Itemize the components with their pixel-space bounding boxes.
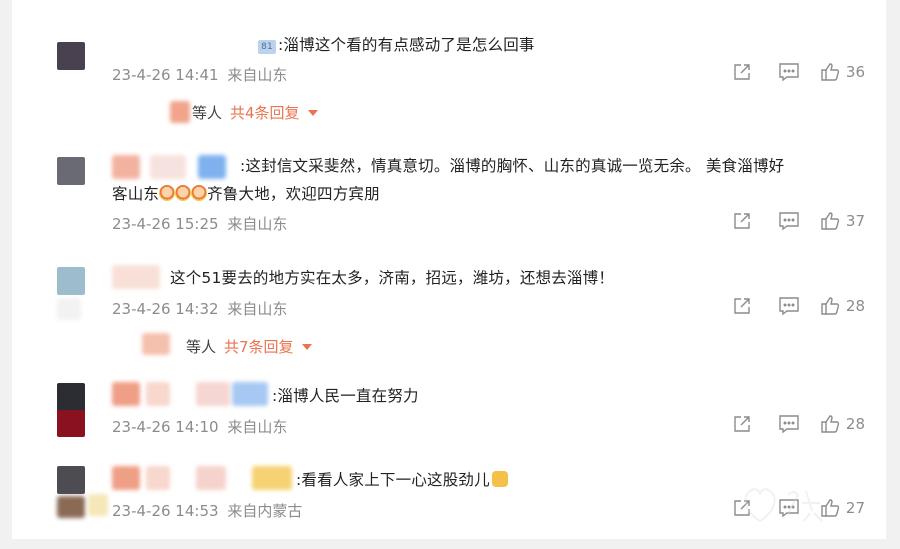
comment-time: 23-4-26 15:25 [112,215,219,233]
share-icon [734,416,750,432]
username-redacted [198,155,226,179]
comment-actions: 28 [732,414,865,434]
comment-actions: 37 [732,211,865,231]
flower-emoji-icon [191,185,208,201]
username-redacted [112,382,140,406]
replies-count: 共7条回复 [224,338,294,356]
comment-time: 23-4-26 14:10 [112,418,219,436]
username-redacted [196,382,230,406]
reply-user-avatar [142,333,170,355]
comment-meta: 23-4-26 14:41 来自山东 [112,64,287,85]
user-badge: 81 [258,40,276,54]
comment-text: :看看人家上下一心这股劲儿 [296,468,508,490]
comment-text: 这个51要去的地方实在太多，济南，招远，潍坊，还想去淄博！ [170,269,615,287]
replies-users: 等人 [192,104,223,122]
like-count: 36 [845,63,865,81]
comment-meta: 23-4-26 14:10 来自山东 [112,416,287,437]
comment-time: 23-4-26 14:53 [112,502,219,520]
thumbs-up-icon [821,212,840,230]
thumbs-up-icon [821,63,840,81]
right-margin [886,0,900,549]
thumbs-up-emoji-icon [491,471,508,487]
avatar[interactable] [57,42,85,70]
comment-button[interactable] [778,296,800,316]
comment-icon [779,63,799,82]
flower-emoji-icon [159,185,176,201]
comment-body: :看看人家上下一心这股劲儿 [296,471,490,489]
share-button[interactable] [732,211,752,231]
comment-text: 81:淄博这个看的有点感动了是怎么回事 [258,33,535,55]
avatar[interactable] [57,383,85,437]
replies-toggle[interactable]: 等人 共7条回复 [186,336,312,357]
replies-users: 等人 [186,338,217,356]
comment-button[interactable] [778,414,800,434]
avatar-decoration [57,496,85,518]
share-icon [734,298,750,314]
flower-emoji-icon [175,185,192,201]
username-redacted [112,155,140,179]
username-redacted [146,382,170,406]
comment-text-part: 齐鲁大地，欢迎四方宾朋 [207,185,380,203]
comment-icon [779,415,799,434]
watermark-logo [744,488,823,523]
bottom-margin [0,539,900,549]
comment-button[interactable] [778,211,800,231]
share-icon [734,213,750,229]
username-redacted [146,466,170,490]
comment-text-part: 客山东 [112,185,160,203]
username-redacted [112,466,140,490]
username-redacted [196,466,226,490]
comment-source: 来自山东 [227,300,288,318]
comment-text-line1: :这封信文采斐然，情真意切。淄博的胸怀、山东的真诚一览无余。 美食淄博好 [240,157,785,175]
avatar[interactable] [57,157,85,185]
like-button[interactable]: 28 [820,414,865,434]
caret-down-icon [307,109,318,116]
thumbs-up-icon [821,415,840,433]
comment-meta: 23-4-26 14:53 来自内蒙古 [112,500,302,521]
share-icon [734,64,750,80]
like-count: 37 [845,212,865,230]
comment-source: 来自山东 [227,215,288,233]
comment-meta: 23-4-26 15:25 来自山东 [112,213,287,234]
replies-toggle[interactable]: 等人 共4条回复 [192,102,318,123]
comment-time: 23-4-26 14:41 [112,66,219,84]
comment-button[interactable] [778,62,800,82]
comment-meta: 23-4-26 14:32 来自山东 [112,298,287,319]
share-button[interactable] [732,414,752,434]
comment-source: 来自山东 [227,418,288,436]
comment-text: :淄博人民一直在努力 [272,387,419,405]
avatar[interactable] [57,267,85,295]
username-redacted [252,466,292,490]
comment-body: :淄博这个看的有点感动了是怎么回事 [278,36,535,54]
comment-source: 来自内蒙古 [227,502,303,520]
like-button[interactable]: 28 [820,296,865,316]
comment-icon [779,297,799,316]
avatar-decoration [57,298,81,320]
like-button[interactable]: 36 [820,62,865,82]
comment-actions: 36 [732,62,865,82]
comment-actions: 28 [732,296,865,316]
caret-down-icon [301,343,312,350]
share-button[interactable] [732,296,752,316]
avatar-decoration [88,494,108,516]
share-button[interactable] [732,62,752,82]
comment-source: 来自山东 [227,66,288,84]
like-count: 27 [845,499,865,517]
comment-icon [779,212,799,231]
comment-time: 23-4-26 14:32 [112,300,219,318]
comment-text-line2: 客山东 齐鲁大地，欢迎四方宾朋 [112,182,380,204]
left-margin [0,0,12,549]
replies-count: 共4条回复 [230,104,300,122]
thumbs-up-icon [821,297,840,315]
like-button[interactable]: 37 [820,211,865,231]
reply-user-avatar [170,101,190,123]
avatar[interactable] [57,466,85,494]
like-count: 28 [845,415,865,433]
username-redacted [232,382,268,406]
username-redacted [150,155,186,179]
like-count: 28 [845,297,865,315]
username-redacted [112,265,160,289]
